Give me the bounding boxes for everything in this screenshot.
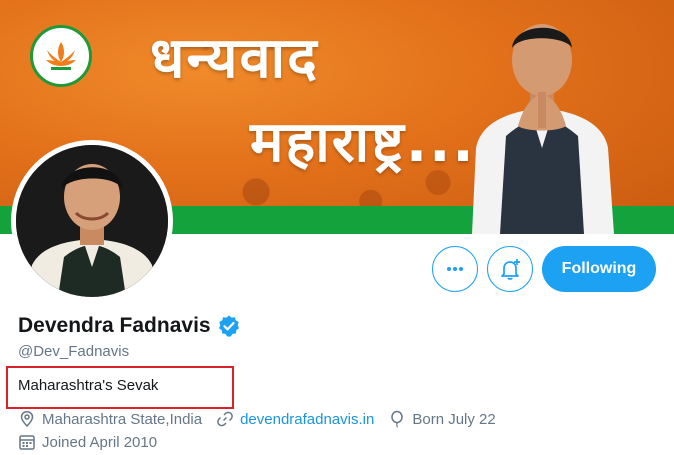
bjp-lotus-icon: [46, 42, 76, 70]
notifications-button[interactable]: [487, 246, 533, 292]
avatar-photo: [16, 145, 168, 297]
more-dots-icon: [447, 267, 463, 271]
bjp-logo: [30, 25, 92, 87]
more-options-button[interactable]: [432, 246, 478, 292]
following-button[interactable]: Following: [542, 246, 656, 292]
banner-headline-line2: महाराष्ट्र...: [250, 110, 476, 175]
website-item[interactable]: devendrafadnavis.in: [216, 410, 374, 428]
location-text: Maharashtra State,India: [42, 410, 203, 428]
website-link[interactable]: devendrafadnavis.in: [240, 411, 374, 428]
profile-avatar[interactable]: [11, 140, 173, 302]
profile-name-row: Devendra Fadnavis: [18, 314, 241, 338]
verified-badge-icon: [218, 315, 239, 337]
balloon-icon: [391, 410, 404, 428]
bell-plus-icon: [501, 259, 520, 280]
profile-bio: Maharashtra's Sevak: [18, 377, 159, 394]
profile-meta-row: Maharashtra State,India devendrafadnavis…: [18, 410, 510, 428]
avatar-person-image: [16, 145, 168, 297]
banner-person-image: [472, 24, 614, 234]
joined-item: Joined April 2010: [18, 433, 157, 451]
link-icon: [217, 411, 233, 427]
birthday-text: Born July 22: [412, 410, 496, 428]
birthday-item: Born July 22: [388, 410, 496, 428]
display-name: Devendra Fadnavis: [18, 314, 211, 337]
banner-headline-line1: धन्यवाद: [150, 26, 319, 91]
calendar-icon: [19, 435, 35, 450]
location-item: Maharashtra State,India: [18, 410, 202, 428]
profile-joined-row: Joined April 2010: [18, 433, 171, 451]
location-pin-icon: [20, 411, 34, 428]
profile-handle: @Dev_Fadnavis: [18, 343, 130, 360]
joined-text: Joined April 2010: [42, 433, 158, 451]
